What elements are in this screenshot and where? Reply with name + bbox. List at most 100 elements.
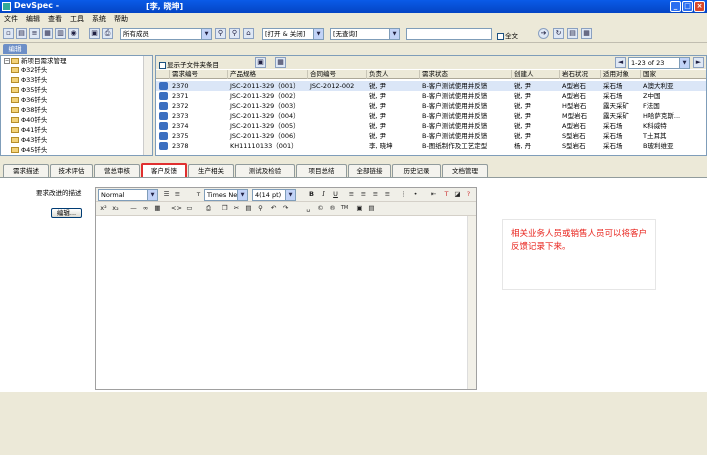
tab-6[interactable]: 测试及检验: [235, 164, 295, 177]
tree-scrollbar[interactable]: [143, 56, 152, 155]
print-icon[interactable]: ⎙: [204, 204, 213, 213]
text-color-icon[interactable]: T: [442, 190, 451, 199]
folder-icon[interactable]: ⌂: [243, 28, 254, 39]
copyright-icon[interactable]: ©: [316, 204, 325, 213]
insert-image-icon[interactable]: ▣: [355, 204, 364, 213]
tree-item[interactable]: Φ41钎头: [11, 126, 47, 135]
editor-size-select[interactable]: 4(14 pt) ▼: [252, 189, 296, 201]
find-icon[interactable]: ⚲: [215, 28, 226, 39]
redo-icon[interactable]: ↷: [281, 204, 290, 213]
bullet-list-icon[interactable]: ☰: [162, 190, 171, 199]
tab-1[interactable]: 需求描述: [3, 164, 49, 177]
pager-select[interactable]: 1-23 of 23 ▼: [628, 57, 690, 69]
tree-item[interactable]: Φ32钎头: [11, 66, 47, 75]
find-icon[interactable]: ⚲: [256, 204, 265, 213]
grid-icon[interactable]: ▦: [42, 28, 53, 39]
table-row[interactable]: 2373 JSC-2011-329（004） 锐, 尹 B-客户测试使用并反馈 锐, 尹…: [156, 111, 706, 121]
collapse-icon[interactable]: −: [4, 58, 10, 64]
chart-icon[interactable]: ▥: [55, 28, 66, 39]
link-icon[interactable]: ∞: [141, 204, 150, 213]
minimize-icon[interactable]: _: [670, 1, 681, 12]
column-header[interactable]: 国家: [641, 70, 706, 79]
menu-edit[interactable]: 编辑: [22, 13, 44, 25]
document-icon[interactable]: ▤: [567, 28, 578, 39]
column-header[interactable]: 岩石状况: [560, 70, 601, 79]
fulltext-checkbox[interactable]: [497, 32, 504, 40]
copy-icon[interactable]: ❐: [220, 204, 229, 213]
tab-5[interactable]: 生产相关: [188, 164, 234, 177]
underline-icon[interactable]: U: [331, 190, 340, 199]
rich-text-editor[interactable]: Normal ▼ ☰ ≡ ᴛ Times Ne ▼ 4(14 pt) ▼ B I U …: [95, 187, 477, 390]
new-icon[interactable]: ▫: [3, 28, 14, 39]
menu-file[interactable]: 文件: [0, 13, 22, 25]
insert-table-icon[interactable]: ▤: [367, 204, 376, 213]
outdent-icon[interactable]: ⇤: [429, 190, 438, 199]
unordered-list-icon[interactable]: •: [411, 190, 420, 199]
tree-item[interactable]: Φ36钎头: [11, 96, 47, 105]
tree-item[interactable]: Φ33钎头: [11, 76, 47, 85]
italic-icon[interactable]: I: [319, 190, 328, 199]
align-right-icon[interactable]: ≡: [371, 190, 380, 199]
numbered-list-icon[interactable]: ≡: [173, 190, 182, 199]
query-select[interactable]: [无查询] ▼: [330, 28, 400, 40]
open-icon[interactable]: ▤: [16, 28, 27, 39]
search-input[interactable]: [406, 28, 492, 40]
trademark-icon[interactable]: TM: [340, 204, 349, 213]
column-header[interactable]: 需求状态: [420, 70, 512, 79]
horizontal-rule-icon[interactable]: —: [129, 204, 138, 213]
align-center-icon[interactable]: ≡: [359, 190, 368, 199]
tree-root[interactable]: − 新项目需求管理: [4, 57, 67, 66]
editor-font-select[interactable]: Times Ne ▼: [204, 189, 248, 201]
show-subfolder-toggle[interactable]: 显示子文件夹条目: [159, 59, 219, 69]
table-row[interactable]: 2374 JSC-2011-329（005） 锐, 尹 B-客户测试使用并反馈 锐, 尹…: [156, 121, 706, 131]
highlight-icon[interactable]: ◪: [453, 190, 462, 199]
table-row[interactable]: 2370 JSC-2011-329（001） JSC-2012-002 锐, 尹 B-客…: [156, 81, 706, 91]
subscript-icon[interactable]: x₂: [111, 204, 120, 213]
paste-icon[interactable]: ▤: [244, 204, 253, 213]
prev-page-icon[interactable]: ◄: [615, 57, 626, 68]
status-select[interactable]: [打开 & 关闭] ▼: [262, 28, 324, 40]
find-next-icon[interactable]: ⚲: [229, 28, 240, 39]
superscript-icon[interactable]: x²: [99, 204, 108, 213]
font-icon[interactable]: ᴛ: [194, 190, 203, 199]
tab-3[interactable]: 营总审核: [94, 164, 140, 177]
align-left-icon[interactable]: ≡: [347, 190, 356, 199]
go-icon[interactable]: ➔: [538, 28, 549, 39]
column-header[interactable]: 适用对象: [601, 70, 641, 79]
table-row[interactable]: 2372 JSC-2011-329（003） 锐, 尹 B-客户测试使用并反馈 锐, 尹…: [156, 101, 706, 111]
column-header[interactable]: 负责人: [367, 70, 420, 79]
maximize-icon[interactable]: □: [682, 1, 693, 12]
column-header[interactable]: 合同编号: [308, 70, 367, 79]
column-header[interactable]: 需求编号: [170, 70, 228, 79]
cut-icon[interactable]: ✂: [232, 204, 241, 213]
refresh-icon[interactable]: ↻: [553, 28, 564, 39]
next-page-icon[interactable]: ►: [693, 57, 704, 68]
menu-view[interactable]: 查看: [44, 13, 66, 25]
column-header[interactable]: 产品规格: [228, 70, 308, 79]
undo-icon[interactable]: ↶: [269, 204, 278, 213]
help-icon[interactable]: ?: [464, 190, 473, 199]
member-select[interactable]: 所有成员 ▼: [120, 28, 212, 40]
show-subfolder-checkbox[interactable]: [159, 61, 166, 69]
save-icon[interactable]: ▣: [89, 28, 100, 39]
print-icon[interactable]: ⎙: [102, 28, 113, 39]
tree-item[interactable]: Φ43钎头: [11, 136, 47, 145]
tab-7[interactable]: 项目总结: [296, 164, 347, 177]
tree-item[interactable]: Φ45钎头: [11, 146, 47, 155]
editor-style-select[interactable]: Normal ▼: [98, 189, 158, 201]
tab-10[interactable]: 文档管理: [442, 164, 488, 177]
menu-system[interactable]: 系统: [88, 13, 110, 25]
justify-icon[interactable]: ≡: [383, 190, 392, 199]
table-row[interactable]: 2375 JSC-2011-329（006） 锐, 尹 B-客户测试使用并反馈 锐, 尹…: [156, 131, 706, 141]
edit-button[interactable]: 编辑...: [51, 208, 82, 218]
table-icon[interactable]: ▦: [153, 204, 162, 213]
ordered-list-icon[interactable]: ⋮: [399, 190, 408, 199]
menu-help[interactable]: 帮助: [110, 13, 132, 25]
tree-item[interactable]: Φ40钎头: [11, 116, 47, 125]
menu-tools[interactable]: 工具: [66, 13, 88, 25]
fulltext-toggle[interactable]: 全文: [497, 30, 518, 40]
close-icon[interactable]: ×: [694, 1, 705, 12]
report-icon[interactable]: ▦: [581, 28, 592, 39]
tab-edit[interactable]: 编辑: [3, 44, 27, 54]
tree-item[interactable]: Φ35钎头: [11, 86, 47, 95]
